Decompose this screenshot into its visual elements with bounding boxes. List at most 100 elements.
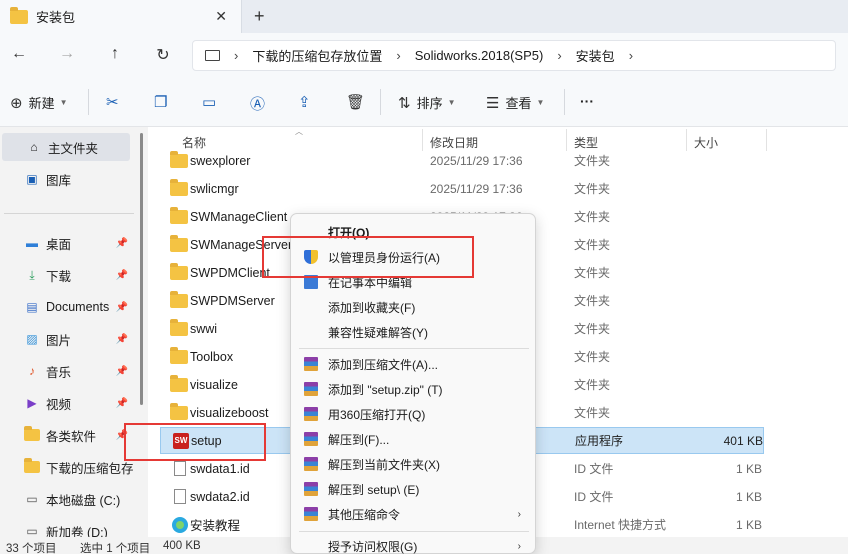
archive-icon bbox=[304, 407, 318, 421]
copy-icon: ❐ bbox=[154, 94, 168, 111]
sidebar-item-desktop[interactable]: ▬ 桌面 📌 bbox=[0, 229, 146, 257]
archive-icon bbox=[304, 432, 318, 446]
menu-item-other-compress[interactable]: 其他压缩命令 › bbox=[295, 502, 531, 526]
delete-button[interactable]: 🗑 bbox=[346, 93, 365, 111]
menu-item-open-360zip[interactable]: 用360压缩打开(Q) bbox=[295, 402, 531, 426]
close-icon[interactable]: ✕ bbox=[215, 8, 227, 25]
folder-icon bbox=[170, 346, 188, 364]
sidebar-item-drive-c[interactable]: ▭ 本地磁盘 (C:) bbox=[0, 485, 146, 513]
back-icon[interactable]: ← bbox=[8, 45, 30, 63]
folder-icon bbox=[170, 290, 188, 308]
selected-size: 400 KB bbox=[163, 540, 201, 552]
folder-icon bbox=[10, 6, 28, 24]
folder-icon bbox=[170, 150, 188, 168]
sidebar-item-download-archives[interactable]: 下载的压缩包存 bbox=[0, 453, 146, 481]
chevron-right-icon: › bbox=[517, 540, 521, 552]
chevron-right-icon: › bbox=[628, 48, 634, 63]
up-icon[interactable]: ↑ bbox=[104, 45, 126, 63]
tab-install-package[interactable]: 安装包 ✕ bbox=[0, 0, 242, 33]
menu-item-extract-setup[interactable]: 解压到 setup\ (E) bbox=[295, 477, 531, 501]
folder-icon bbox=[170, 262, 188, 280]
sidebar-item-drive-d[interactable]: ▭ 新加卷 (D:) bbox=[0, 517, 146, 537]
internet-shortcut-icon bbox=[172, 516, 188, 533]
pin-icon[interactable]: 📌 bbox=[116, 398, 128, 409]
command-bar: ⊕ 新建 ▼ ✂ ❐ ▭ Ⓐ ⇪ 🗑 ⇅ 排序 ▼ ☰ 查看 ▼ ··· bbox=[0, 79, 848, 127]
view-button[interactable]: ☰ 查看 ▼ bbox=[486, 93, 544, 112]
cut-button[interactable]: ✂ bbox=[106, 93, 119, 111]
menu-item-compat-troubleshoot[interactable]: 兼容性疑难解答(Y) bbox=[295, 320, 531, 344]
tab-bar: 安装包 ✕ + bbox=[0, 0, 848, 33]
share-button[interactable]: ⇪ bbox=[298, 93, 311, 111]
menu-item-extract-to[interactable]: 解压到(F)... bbox=[295, 427, 531, 451]
forward-icon[interactable]: → bbox=[56, 45, 78, 63]
new-tab-icon[interactable]: + bbox=[254, 6, 265, 27]
video-icon: ▶ bbox=[27, 396, 37, 410]
chevron-down-icon: ▼ bbox=[447, 98, 456, 107]
new-button[interactable]: ⊕ 新建 ▼ bbox=[10, 93, 68, 112]
pin-icon[interactable]: 📌 bbox=[116, 270, 128, 281]
pictures-icon: ▨ bbox=[26, 332, 38, 346]
table-row[interactable]: swexplorer 2025/11/29 17:36 文件夹 bbox=[160, 147, 764, 174]
archive-icon bbox=[304, 482, 318, 496]
menu-item-edit-notepad[interactable]: 在记事本中编辑 bbox=[295, 270, 531, 294]
breadcrumb-item[interactable]: Solidworks.2018(SP5) bbox=[415, 48, 544, 63]
chevron-right-icon: › bbox=[396, 48, 401, 63]
item-count: 33 个项目 bbox=[6, 543, 57, 554]
clipboard-icon: ▭ bbox=[202, 94, 217, 111]
folder-icon bbox=[170, 234, 188, 252]
plus-circle-icon: ⊕ bbox=[10, 94, 23, 112]
menu-item-open[interactable]: 打开(O) bbox=[295, 220, 531, 244]
download-icon: ⤓ bbox=[29, 267, 35, 282]
sort-button[interactable]: ⇅ 排序 ▼ bbox=[398, 93, 456, 112]
menu-item-add-archive[interactable]: 添加到压缩文件(A)... bbox=[295, 352, 531, 376]
address-bar-row: ← → ↑ ↻ › 下载的压缩包存放位置 › Solidworks.2018(S… bbox=[0, 33, 848, 79]
drive-icon: ▭ bbox=[26, 524, 38, 537]
menu-item-add-favorites[interactable]: 添加到收藏夹(F) bbox=[295, 295, 531, 319]
file-icon bbox=[174, 461, 186, 476]
sidebar-item-downloads[interactable]: ⤓ 下载 📌 bbox=[0, 261, 146, 289]
sort-icon: ⇅ bbox=[398, 94, 411, 112]
sidebar-item-software[interactable]: 各类软件 📌 bbox=[0, 421, 146, 449]
sidebar-item-videos[interactable]: ▶ 视频 📌 bbox=[0, 389, 146, 417]
trash-icon: 🗑 bbox=[346, 94, 366, 111]
folder-icon bbox=[24, 426, 40, 441]
sidebar-item-documents[interactable]: ▤ Documents 📌 bbox=[0, 293, 146, 321]
column-divider[interactable] bbox=[766, 129, 767, 151]
table-row[interactable]: swlicmgr 2025/11/29 17:36 文件夹 bbox=[160, 175, 764, 202]
copy-button[interactable]: ❐ bbox=[154, 93, 167, 111]
paste-button[interactable]: ▭ bbox=[202, 93, 216, 111]
sidebar-item-music[interactable]: ♪ 音乐 📌 bbox=[0, 357, 146, 385]
archive-icon bbox=[304, 382, 318, 396]
rename-button[interactable]: Ⓐ bbox=[250, 93, 265, 114]
breadcrumb-item[interactable]: 安装包 bbox=[576, 46, 615, 65]
chevron-down-icon: ▼ bbox=[59, 98, 68, 107]
menu-item-extract-here[interactable]: 解压到当前文件夹(X) bbox=[295, 452, 531, 476]
archive-icon bbox=[304, 507, 318, 521]
pin-icon[interactable]: 📌 bbox=[116, 238, 128, 249]
folder-icon bbox=[24, 458, 40, 473]
chevron-right-icon: › bbox=[517, 508, 521, 520]
refresh-icon[interactable]: ↻ bbox=[152, 45, 174, 65]
pin-icon[interactable]: 📌 bbox=[116, 334, 128, 345]
pin-icon[interactable]: 📌 bbox=[116, 430, 128, 441]
menu-item-add-setup-zip[interactable]: 添加到 "setup.zip" (T) bbox=[295, 377, 531, 401]
sidebar-item-gallery[interactable]: ▣ 图库 bbox=[0, 165, 146, 193]
menu-separator bbox=[299, 348, 529, 349]
sidebar-divider bbox=[4, 213, 134, 214]
address-bar[interactable]: › 下载的压缩包存放位置 › Solidworks.2018(SP5) › 安装… bbox=[192, 40, 836, 71]
menu-separator bbox=[299, 531, 529, 532]
menu-item-grant-access[interactable]: 授予访问权限(G) › bbox=[295, 534, 531, 554]
rename-icon: Ⓐ bbox=[250, 96, 266, 113]
sidebar-scrollbar[interactable] bbox=[140, 133, 143, 405]
sidebar-item-home[interactable]: ⌂ 主文件夹 bbox=[2, 133, 130, 161]
sidebar-item-pictures[interactable]: ▨ 图片 📌 bbox=[0, 325, 146, 353]
pin-icon[interactable]: 📌 bbox=[116, 302, 128, 313]
more-options-button[interactable]: ··· bbox=[580, 93, 594, 109]
menu-item-run-as-admin[interactable]: 以管理员身份运行(A) bbox=[295, 245, 531, 269]
documents-icon: ▤ bbox=[26, 300, 38, 314]
toolbar-divider bbox=[88, 89, 89, 115]
folder-icon bbox=[170, 178, 188, 196]
breadcrumb-item[interactable]: 下载的压缩包存放位置 bbox=[252, 46, 382, 65]
toolbar-divider bbox=[564, 89, 565, 115]
pin-icon[interactable]: 📌 bbox=[116, 366, 128, 377]
